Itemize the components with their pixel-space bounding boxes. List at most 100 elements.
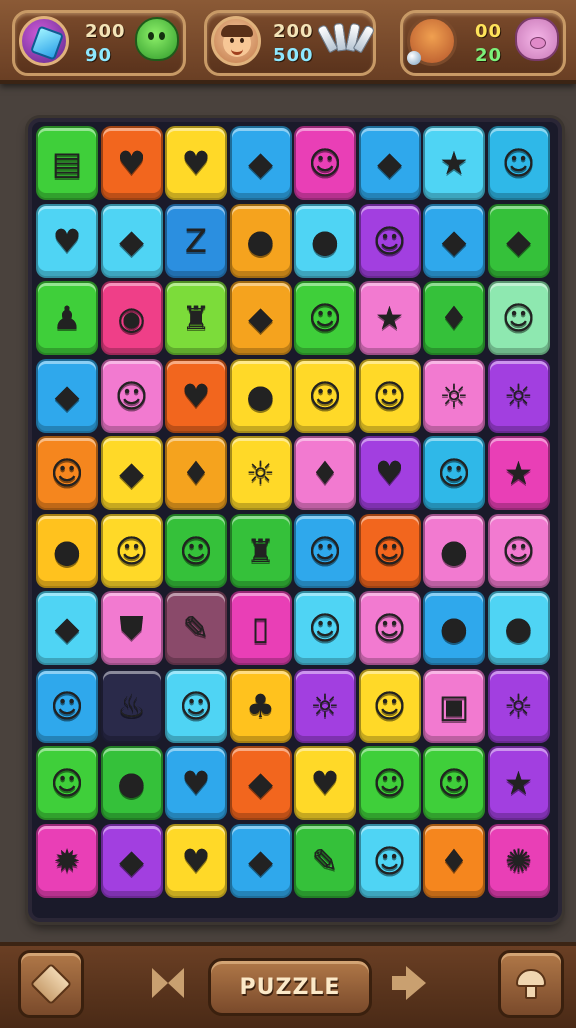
tile-r5-c8[interactable]: ★ [487,436,550,510]
tile-r6-c2[interactable]: ☺ [100,513,163,588]
tile-r9-c2[interactable]: ● [100,746,163,820]
resource-panel-pet[interactable]: 00 20 [400,10,566,76]
tile-r4-c1[interactable]: ◆ [36,358,98,433]
tile-r10-c6[interactable]: ☺ [358,823,421,898]
tile-r5-c2[interactable]: ◆ [100,436,163,510]
tile-r1-c1[interactable]: ▤ [36,126,98,200]
tile-r4-c6[interactable]: ☺ [358,358,421,433]
tile-r6-c6[interactable]: ☺ [358,513,421,588]
tile-r6-c5[interactable]: ☺ [294,513,356,588]
dog-face-icon: ☺ [501,299,536,337]
tile-r1-c5[interactable]: ☺ [294,126,356,200]
figure-icon: ♟ [52,299,82,337]
tile-r2-c8[interactable]: ◆ [487,203,550,278]
tile-r3-c8[interactable]: ☺ [487,281,550,355]
tile-r3-c2[interactable]: ◉ [100,281,163,355]
tile-r2-c7[interactable]: ◆ [423,203,485,278]
mushroom-button[interactable] [498,950,564,1018]
player-bottom-value: 500 [273,45,314,66]
previous-arrow-icon[interactable] [152,966,188,1000]
tile-r7-c3[interactable]: ✎ [165,591,227,665]
tile-r8-c8[interactable]: ☼ [487,668,550,743]
tile-r1-c3[interactable]: ♥ [165,126,227,200]
tile-r1-c6[interactable]: ◆ [358,126,421,200]
tile-r2-c6[interactable]: ☺ [358,203,421,278]
tile-r4-c4[interactable]: ● [229,358,292,433]
tile-r1-c2[interactable]: ♥ [100,126,163,200]
tile-r2-c1[interactable]: ♥ [36,203,98,278]
tile-r4-c2[interactable]: ☺ [100,358,163,433]
tile-r3-c7[interactable]: ♦ [423,281,485,355]
tile-r5-c3[interactable]: ♦ [165,436,227,510]
tile-r5-c4[interactable]: ☼ [229,436,292,510]
top-hud: 200 90 200 500 00 20 [0,0,576,84]
tile-r2-c3[interactable]: Z [165,203,227,278]
tile-r8-c5[interactable]: ☼ [294,668,356,743]
puzzle-button[interactable]: PUZZLE [208,958,372,1016]
tile-r4-c7[interactable]: ☼ [423,358,485,433]
tile-r4-c8[interactable]: ☼ [487,358,550,433]
tile-r7-c2[interactable]: ⛊ [100,591,163,665]
tile-r7-c5[interactable]: ☺ [294,591,356,665]
tile-r9-c8[interactable]: ★ [487,746,550,820]
tile-r7-c8[interactable]: ● [487,591,550,665]
tile-r5-c6[interactable]: ♥ [358,436,421,510]
heart-icon: ♥ [181,841,211,880]
tile-r10-c7[interactable]: ♦ [423,823,485,898]
tile-r10-c4[interactable]: ◆ [229,823,292,898]
tile-r3-c5[interactable]: ☺ [294,281,356,355]
tile-r5-c1[interactable]: ☺ [36,436,98,510]
tile-r1-c7[interactable]: ★ [423,126,485,200]
flame-icon: ♦ [439,299,469,337]
tile-r10-c1[interactable]: ✹ [36,823,98,898]
tile-r8-c7[interactable]: ▣ [423,668,485,743]
tile-r9-c3[interactable]: ♥ [165,746,227,820]
leaf-figure-icon: ♣ [246,686,275,725]
tile-r1-c4[interactable]: ◆ [229,126,292,200]
tile-r10-c5[interactable]: ✎ [294,823,356,898]
tile-r9-c1[interactable]: ☺ [36,746,98,820]
tile-r2-c4[interactable]: ● [229,203,292,278]
tile-r3-c4[interactable]: ◆ [229,281,292,355]
tile-r7-c1[interactable]: ◆ [36,591,98,665]
tile-r6-c4[interactable]: ♜ [229,513,292,588]
tile-r8-c2[interactable]: ♨ [100,668,163,743]
resource-panel-player[interactable]: 200 500 [204,10,376,76]
tile-r8-c4[interactable]: ♣ [229,668,292,743]
tile-r10-c8[interactable]: ✺ [487,823,550,898]
tile-r3-c3[interactable]: ♜ [165,281,227,355]
next-arrow-icon[interactable] [392,966,428,1000]
tile-r9-c6[interactable]: ☺ [358,746,421,820]
tile-r8-c1[interactable]: ☺ [36,668,98,743]
tile-r4-c5[interactable]: ☺ [294,358,356,433]
tile-r1-c8[interactable]: ☺ [487,126,550,200]
tile-r5-c5[interactable]: ♦ [294,436,356,510]
player-top-value: 200 [273,21,314,42]
tile-r7-c6[interactable]: ☺ [358,591,421,665]
gem-button[interactable] [18,950,84,1018]
tile-r2-c2[interactable]: ◆ [100,203,163,278]
tile-r6-c7[interactable]: ● [423,513,485,588]
tile-r9-c7[interactable]: ☺ [423,746,485,820]
tile-r7-c4[interactable]: ▯ [229,591,292,665]
tile-r10-c3[interactable]: ♥ [165,823,227,898]
tile-r7-c7[interactable]: ● [423,591,485,665]
tile-r2-c5[interactable]: ● [294,203,356,278]
tile-r8-c6[interactable]: ☺ [358,668,421,743]
tile-r8-c3[interactable]: ☺ [165,668,227,743]
tile-r4-c3[interactable]: ♥ [165,358,227,433]
pink-pig-icon [515,17,559,61]
tile-r5-c7[interactable]: ☺ [423,436,485,510]
tile-r9-c5[interactable]: ♥ [294,746,356,820]
resource-panel-gems[interactable]: 200 90 [12,10,186,76]
tile-r10-c2[interactable]: ◆ [100,823,163,898]
tile-r6-c1[interactable]: ● [36,513,98,588]
bottom-bar: PUZZLE [0,942,576,1028]
tile-r9-c4[interactable]: ◆ [229,746,292,820]
tile-r3-c1[interactable]: ♟ [36,281,98,355]
tile-r6-c8[interactable]: ☺ [487,513,550,588]
leaf-icon: ◆ [248,299,273,337]
tile-r6-c3[interactable]: ☺ [165,513,227,588]
potato-icon: ☺ [372,686,407,725]
tile-r3-c6[interactable]: ★ [358,281,421,355]
